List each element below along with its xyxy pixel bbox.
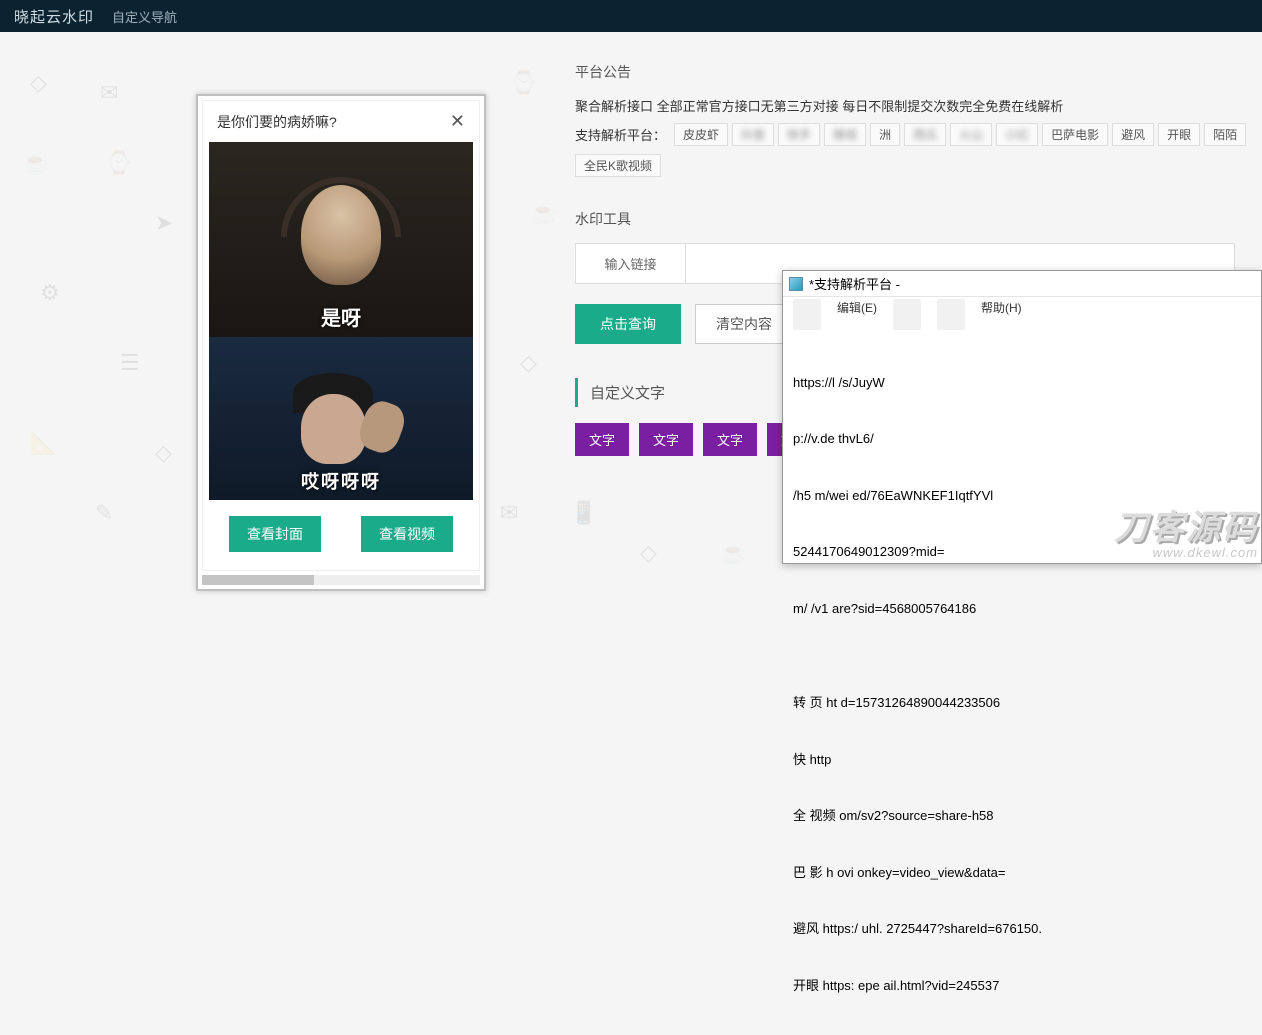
- announcement-text: 聚合解析接口 全部正常官方接口无第三方对接 每日不限制提交次数完全免费在线解析: [575, 96, 1255, 115]
- close-icon[interactable]: ✕: [450, 111, 465, 132]
- platform-tag[interactable]: 开眼: [1158, 123, 1200, 146]
- announcement-title: 平台公告: [575, 62, 1255, 82]
- notepad-menu-edit[interactable]: 编辑(E): [837, 299, 877, 330]
- platform-tag[interactable]: 微视: [824, 123, 866, 146]
- query-button[interactable]: 点击查询: [575, 304, 681, 344]
- supported-platforms-row: 支持解析平台： 皮皮虾 抖音 快手 微视 洲 西瓜 火山 小红 巴萨电影 避风 …: [575, 123, 1255, 146]
- platform-tag[interactable]: 皮皮虾: [674, 123, 728, 146]
- platform-tag[interactable]: 抖音: [732, 123, 774, 146]
- platform-tag[interactable]: 陌陌: [1204, 123, 1246, 146]
- platform-tag[interactable]: 快手: [778, 123, 820, 146]
- platform-tag[interactable]: 火山: [950, 123, 992, 146]
- text-button[interactable]: 文字: [703, 423, 757, 456]
- platform-tag[interactable]: 西瓜: [904, 123, 946, 146]
- text-button[interactable]: 文字: [639, 423, 693, 456]
- top-navbar: 晓起云水印 自定义导航: [0, 0, 1262, 32]
- text-button[interactable]: 文字: [575, 423, 629, 456]
- link-input-addon: 输入链接: [576, 244, 686, 283]
- notepad-icon: [789, 277, 803, 291]
- brand-title: 晓起云水印: [14, 6, 94, 27]
- video-caption-top: 是呀: [321, 302, 361, 331]
- platform-tag[interactable]: 巴萨电影: [1042, 123, 1108, 146]
- view-video-button[interactable]: 查看视频: [361, 516, 453, 552]
- notepad-window: *支持解析平台 - 文件F 编辑(E) 格式O 查看V 帮助(H) https:…: [782, 270, 1262, 564]
- video-thumbnail: 是呀 哎呀呀呀: [209, 142, 473, 500]
- notepad-menu-help[interactable]: 帮助(H): [981, 299, 1022, 330]
- platform-tag[interactable]: 避风: [1112, 123, 1154, 146]
- platform-tag[interactable]: 洲: [870, 123, 900, 146]
- notepad-menubar: 文件F 编辑(E) 格式O 查看V 帮助(H): [783, 297, 1261, 334]
- video-caption-bottom: 哎呀呀呀: [301, 468, 381, 494]
- tool-title: 水印工具: [575, 209, 1255, 229]
- modal-scrollbar[interactable]: [202, 575, 480, 585]
- notepad-titlebar[interactable]: *支持解析平台 -: [783, 271, 1261, 297]
- nav-custom-link[interactable]: 自定义导航: [112, 7, 177, 26]
- clear-button[interactable]: 清空内容: [695, 304, 793, 344]
- platform-tag[interactable]: 小红: [996, 123, 1038, 146]
- video-preview-modal: 是你们要的病娇嘛? ✕ 是呀 哎呀呀呀: [196, 94, 486, 591]
- supported-platforms-label: 支持解析平台：: [575, 125, 666, 144]
- notepad-title-text: *支持解析平台 -: [809, 274, 900, 293]
- notepad-content[interactable]: https://l /s/JuyW p://v.de thvL6/ /h5 m/…: [783, 334, 1261, 1035]
- platform-tag[interactable]: 全民K歌视频: [575, 154, 661, 177]
- view-cover-button[interactable]: 查看封面: [229, 516, 321, 552]
- modal-title: 是你们要的病娇嘛?: [217, 112, 337, 132]
